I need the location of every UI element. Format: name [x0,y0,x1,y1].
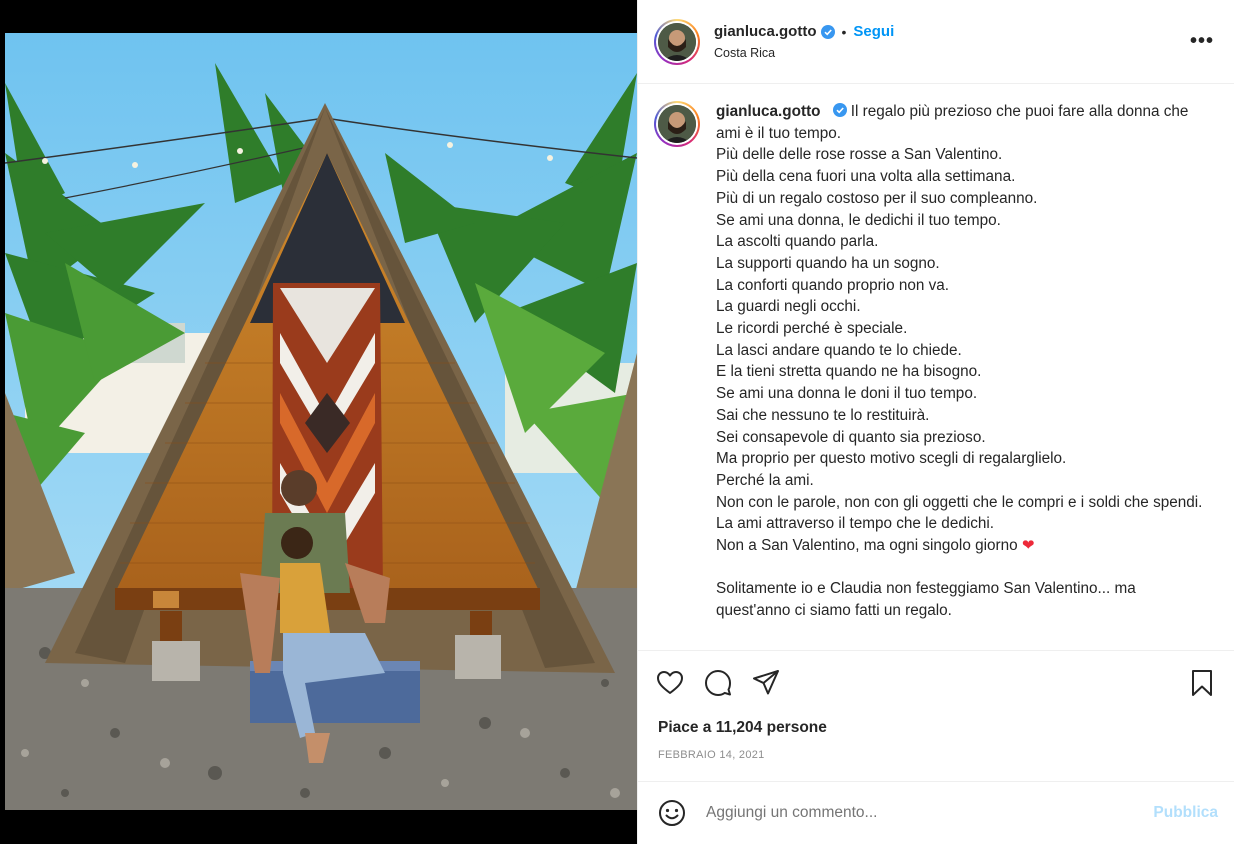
media-panel [0,0,637,844]
letterbox-top [0,0,637,33]
red-heart-emoji-icon: ❤ [1021,537,1035,555]
caption-line: Perché la ami. [716,471,814,489]
caption-text: gianluca.gotto Il regalo più prezioso ch… [716,101,1206,650]
caption-line: La ami attraverso il tempo che le dedich… [716,515,995,533]
caption-line: Sei consapevole di quanto sia prezioso. [716,428,986,446]
caption-line: Se ami una donna, le dedichi il tuo temp… [716,211,1001,229]
details-panel: gianluca.gotto • Segui Costa Rica ••• gi… [637,0,1234,844]
more-options-icon[interactable]: ••• [1190,30,1214,53]
caption-last-line: Non a San Valentino, ma ogni singolo gio… [716,537,1035,555]
actions-section: Piace a 11,204 persone FEBBRAIO 14, 2021 [638,650,1234,781]
post-photo[interactable] [5,33,637,810]
caption-line: Sai che nessuno te lo restituirà. [716,406,930,424]
separator-dot: • [841,23,847,40]
action-bar [656,669,1216,697]
photo-illustration [5,33,637,810]
caption-line: La ascolti quando parla. [716,233,879,251]
post-header: gianluca.gotto • Segui Costa Rica ••• [638,0,1234,84]
share-icon[interactable] [752,669,780,697]
likes-count[interactable]: Piace a 11,204 persone [658,719,827,737]
heart-icon[interactable] [656,669,684,697]
author-username[interactable]: gianluca.gotto [714,23,817,40]
caption-line: La supporti quando ha un sogno. [716,254,940,272]
caption-line: Più della cena fuori una volta alla sett… [716,168,1016,186]
caption-line: E la tieni stretta quando ne ha bisogno. [716,363,982,381]
caption-second-paragraph: Solitamente io e Claudia non festeggiamo… [716,580,1136,620]
caption-line: Più delle delle rose rosse a San Valenti… [716,146,1003,164]
bookmark-icon[interactable] [1188,669,1216,697]
author-avatar[interactable] [654,18,700,65]
caption-line: La guardi negli occhi. [716,298,861,316]
comment-icon[interactable] [704,669,732,697]
emoji-icon[interactable] [658,799,686,827]
caption-line: La conforti quando proprio non va. [716,276,950,294]
header-text: gianluca.gotto • Segui Costa Rica [714,23,894,60]
verified-badge-icon [820,24,835,39]
instagram-post: gianluca.gotto • Segui Costa Rica ••• gi… [0,0,1234,844]
caption-username[interactable]: gianluca.gotto [716,103,821,120]
add-comment-section: Pubblica [638,781,1234,844]
caption-line: Non con le parole, non con gli oggetti c… [716,493,1203,511]
comment-input[interactable] [706,804,1126,822]
caption-line: Ma proprio per questo motivo scegli di r… [716,450,1067,468]
caption-section: gianluca.gotto Il regalo più prezioso ch… [638,85,1234,650]
caption-line: Più di un regalo costoso per il suo comp… [716,189,1038,207]
letterbox-bottom [0,810,637,844]
caption-line: Le ricordi perché è speciale. [716,320,908,338]
caption-line: Se ami una donna le doni il tuo tempo. [716,385,978,403]
caption-line: La lasci andare quando te lo chiede. [716,341,962,359]
follow-button[interactable]: Segui [853,23,894,40]
post-location[interactable]: Costa Rica [714,46,894,60]
caption-avatar[interactable] [654,101,700,650]
verified-badge-icon [832,103,847,117]
avatar-image [658,22,696,61]
publish-button[interactable]: Pubblica [1153,804,1218,822]
post-date[interactable]: FEBBRAIO 14, 2021 [658,749,765,761]
avatar-image [658,105,696,143]
